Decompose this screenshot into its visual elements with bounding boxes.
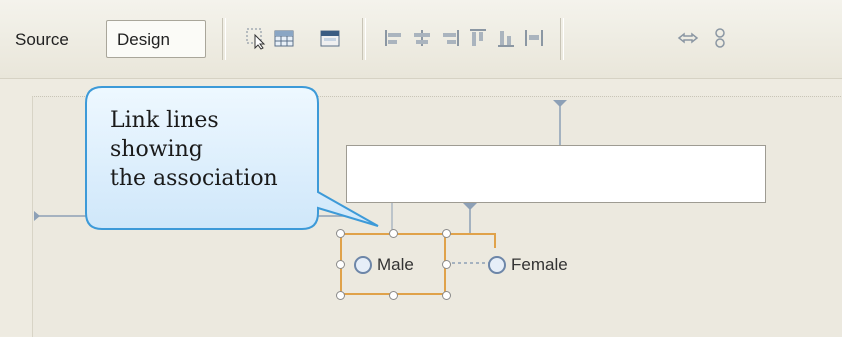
text-input-control[interactable] [346,145,766,203]
select-element-icon[interactable] [244,26,268,50]
radio-button-icon[interactable] [488,256,506,274]
radio-label: Female [511,255,568,274]
radio-option-male[interactable]: Male [354,253,414,277]
resize-handle[interactable] [336,291,345,300]
callout-line: the association [110,166,278,191]
toolbar-separator [222,18,226,60]
callout-text: Link lines showing the association [110,106,310,193]
resize-handle[interactable] [442,229,451,238]
radio-label: Male [377,255,414,274]
align-right-icon[interactable] [438,26,462,50]
align-center-icon[interactable] [410,26,434,50]
link-icon[interactable] [676,26,700,50]
resize-handle[interactable] [336,229,345,238]
unlink-icon[interactable] [708,26,732,50]
toolbar-separator [362,18,366,60]
resize-handle[interactable] [389,291,398,300]
design-view-tab[interactable]: Design [106,20,206,58]
resize-handle[interactable] [389,229,398,238]
callout-line: showing [110,137,203,162]
toolbar-separator [560,18,564,60]
callout-line: Link lines [110,108,219,133]
table-icon[interactable] [272,26,296,50]
radio-option-female[interactable]: Female [488,253,568,277]
align-left-icon[interactable] [382,26,406,50]
align-bottom-icon[interactable] [522,26,546,50]
align-middle-icon[interactable] [494,26,518,50]
source-view-tab[interactable]: Source [4,20,104,58]
radio-button-icon[interactable] [354,256,372,274]
designer-toolbar: Source Design [0,0,842,79]
align-top-icon[interactable] [466,26,490,50]
form-icon[interactable] [318,26,342,50]
resize-handle[interactable] [442,260,451,269]
resize-handle[interactable] [442,291,451,300]
resize-handle[interactable] [336,260,345,269]
